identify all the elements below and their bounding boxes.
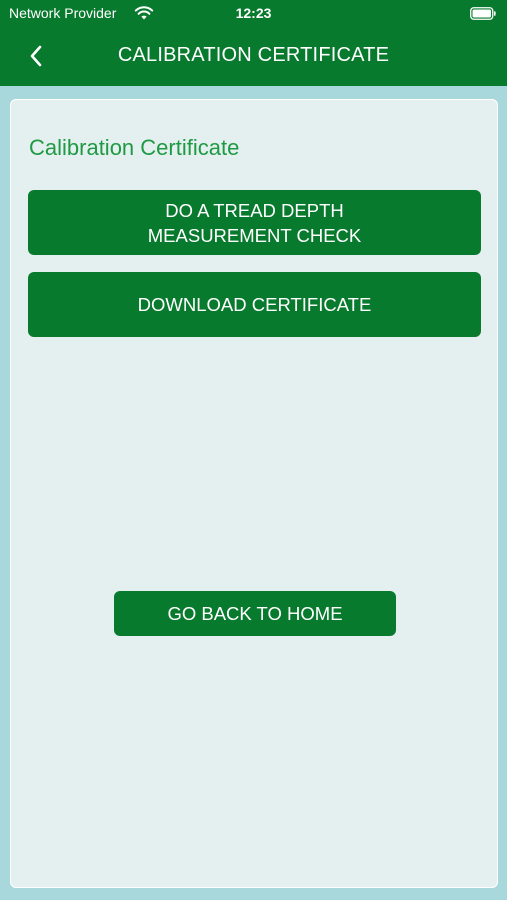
battery-icon: [470, 7, 496, 20]
top-header: Network Provider 12:23 CALIBRATION CERTI…: [0, 0, 507, 86]
status-time: 12:23: [235, 5, 272, 21]
section-heading: Calibration Certificate: [29, 135, 240, 160]
download-certificate-button[interactable]: DOWNLOAD CERTIFICATE: [28, 272, 481, 337]
page-title: CALIBRATION CERTIFICATE: [117, 44, 390, 66]
status-bar: Network Provider 12:23: [0, 0, 507, 28]
navigation-bar: CALIBRATION CERTIFICATE: [0, 30, 507, 82]
tread-depth-check-button[interactable]: DO A TREAD DEPTH MEASUREMENT CHECK: [28, 190, 481, 255]
chevron-left-icon: [30, 45, 42, 67]
go-back-home-button[interactable]: GO BACK TO HOME: [114, 591, 396, 636]
app-screen: Network Provider 12:23 CALIBRATION CERTI…: [0, 0, 507, 900]
back-button[interactable]: [18, 38, 54, 74]
content-card: Calibration Certificate DO A TREAD DEPTH…: [10, 99, 498, 888]
